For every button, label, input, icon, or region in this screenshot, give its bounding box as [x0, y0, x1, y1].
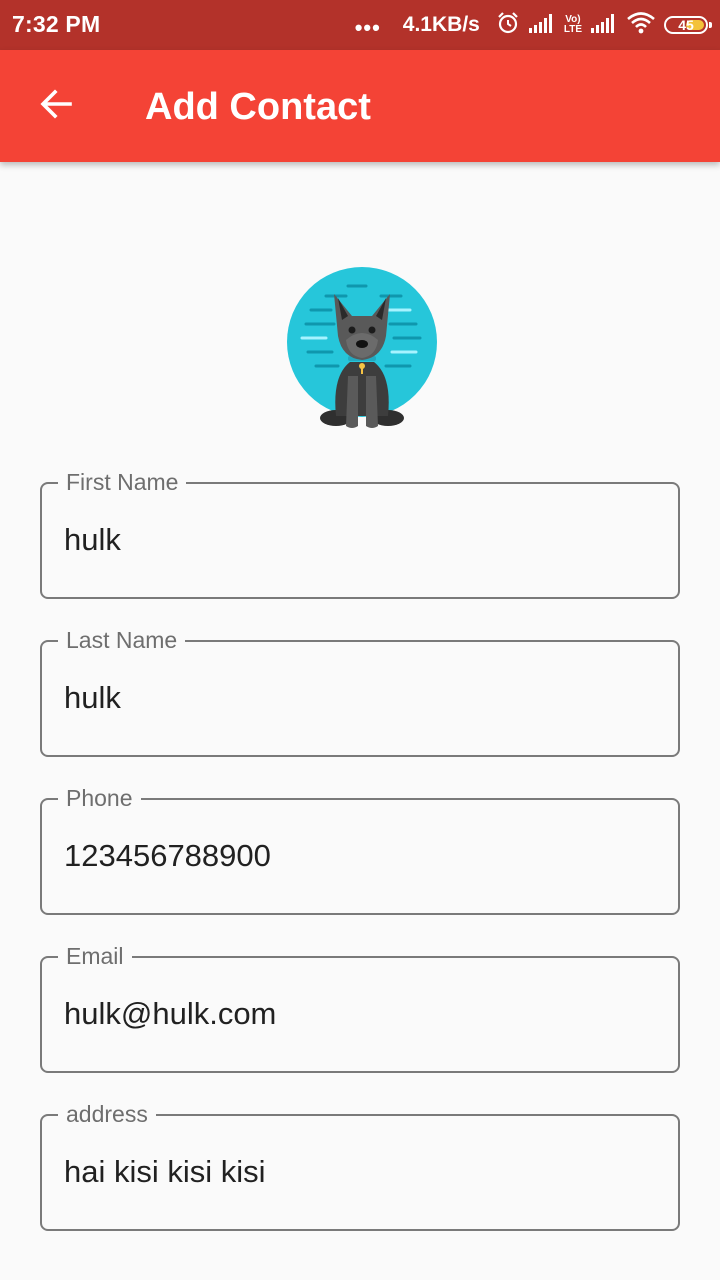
avatar[interactable]: [286, 266, 438, 432]
back-button[interactable]: [24, 74, 88, 138]
page-title: Add Contact: [145, 86, 371, 128]
last-name-label: Last Name: [58, 625, 186, 655]
address-label: address: [58, 1099, 156, 1129]
notification-dots: •••: [354, 15, 381, 40]
dog-avatar-icon: [287, 267, 437, 428]
status-time: 7:32 PM: [12, 11, 101, 37]
battery-icon: 45: [664, 16, 712, 34]
first-name-field[interactable]: First Name: [40, 467, 680, 599]
phone-label: Phone: [58, 783, 141, 813]
status-bar: 7:32 PM ••• 4.1KB/s Vo) LTE 45: [0, 0, 720, 50]
address-field[interactable]: address: [40, 1099, 680, 1231]
status-icons: ••• 4.1KB/s Vo) LTE 45: [354, 10, 712, 40]
address-input[interactable]: [64, 1150, 654, 1194]
volte-icon: Vo) LTE: [563, 14, 582, 35]
email-field[interactable]: Email: [40, 941, 680, 1073]
app-bar: Add Contact: [0, 50, 720, 162]
wifi-icon: [626, 11, 656, 40]
email-label: Email: [58, 941, 132, 971]
phone-input[interactable]: [64, 834, 654, 878]
arrow-back-icon: [38, 86, 74, 127]
email-input[interactable]: [64, 992, 654, 1036]
signal-icon: [528, 12, 556, 39]
phone-field[interactable]: Phone: [40, 783, 680, 915]
last-name-input[interactable]: [64, 676, 654, 720]
network-speed: 4.1KB/s: [402, 13, 480, 36]
first-name-label: First Name: [58, 467, 187, 497]
alarm-icon: [496, 11, 520, 40]
last-name-field[interactable]: Last Name: [40, 625, 680, 757]
first-name-input[interactable]: [64, 518, 654, 562]
signal-icon: [590, 12, 618, 39]
